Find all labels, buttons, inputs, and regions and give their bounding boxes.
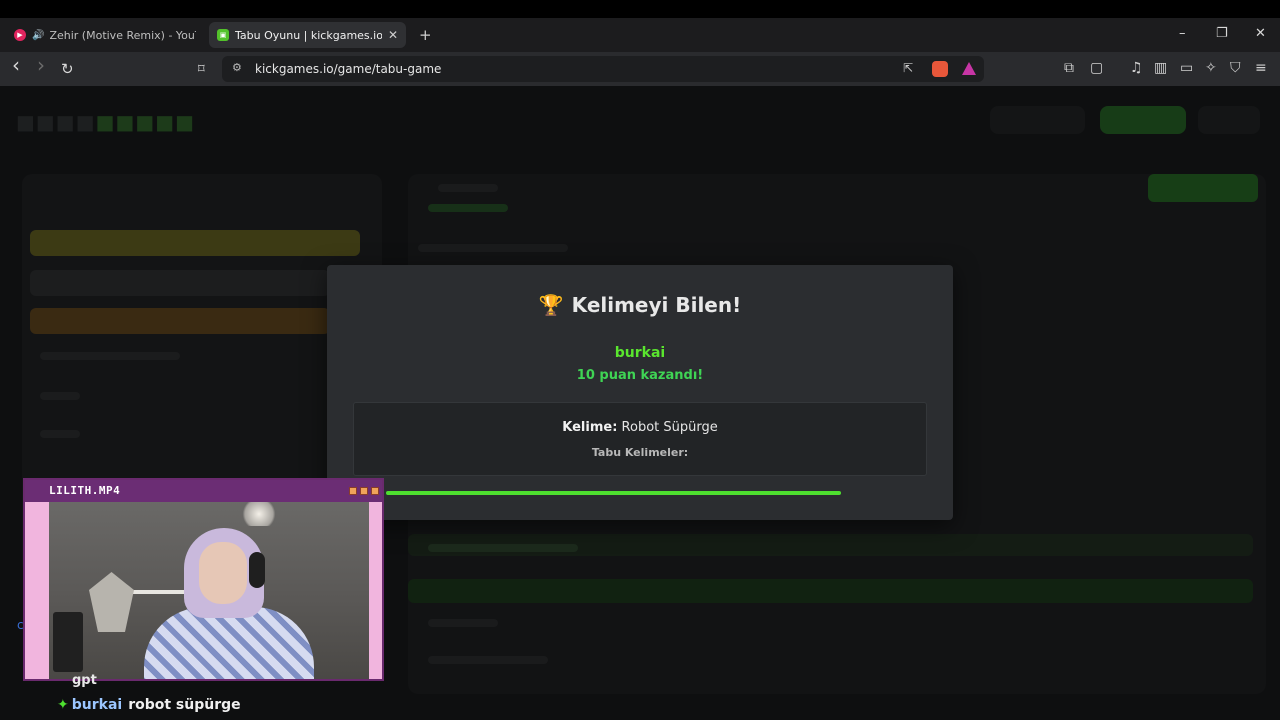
dim-row [40, 392, 80, 400]
close-window-button[interactable]: ✕ [1255, 26, 1266, 41]
webcam-overlay: LILITH.MP4 [23, 478, 384, 681]
extensions-icon[interactable]: ⧉ [1064, 60, 1074, 76]
streamer-face [199, 542, 247, 604]
new-tab-button[interactable]: + [419, 26, 432, 44]
dim-row [428, 544, 578, 552]
share-icon[interactable]: ⇱ [903, 61, 913, 75]
tab-title: Zehir (Motive Remix) - YouTube M [49, 28, 196, 42]
webcam-maximize-icon [360, 487, 368, 495]
bookmark-icon[interactable]: ⌑ [198, 61, 205, 79]
leo-ai-icon[interactable]: ✧ [1205, 60, 1217, 76]
address-bar[interactable]: ⚙ kickgames.io/game/tabu-game ⇱ [222, 56, 984, 82]
dim-row [428, 619, 498, 627]
chat-message: gpt [72, 673, 97, 688]
brave-rewards-icon[interactable] [962, 62, 976, 75]
modal-title-text: Kelimeyi Bilen! [571, 293, 742, 317]
header-button [1198, 106, 1260, 134]
sidebar-icon[interactable]: ▥ [1154, 60, 1167, 76]
webcam-title: LILITH.MP4 [49, 484, 121, 497]
tab-strip: ▶ 🔊 Zehir (Motive Remix) - YouTube M ▣ T… [0, 18, 1280, 52]
dim-row [40, 352, 180, 360]
menu-icon[interactable]: ≡ [1255, 60, 1267, 76]
reload-button[interactable]: ↻ [61, 60, 74, 78]
maximize-button[interactable]: ❐ [1216, 26, 1228, 41]
countdown-progress [386, 491, 841, 495]
winner-name: burkai [614, 345, 666, 361]
subscriber-badge-icon: ✦ [57, 697, 69, 713]
forward-button[interactable]: › [37, 55, 45, 75]
mug [53, 612, 83, 672]
minimize-button[interactable]: – [1179, 26, 1186, 41]
dim-row [438, 184, 498, 192]
wolf-statue [89, 572, 134, 632]
youtube-icon: ▶ [14, 29, 26, 41]
media-icon[interactable]: ♫ [1130, 60, 1143, 76]
header-green-button [1100, 106, 1186, 134]
speaker-icon[interactable]: 🔊 [32, 30, 44, 41]
chat-text: robot süpürge [128, 697, 241, 713]
top-strip [0, 0, 1280, 18]
dim-row [408, 579, 1253, 603]
site-logo: ■■■■■■■■■ [16, 110, 196, 134]
dim-button [1148, 174, 1258, 202]
wallet-icon[interactable]: ▭ [1180, 60, 1193, 76]
vpn-icon[interactable]: ⛉ [1230, 60, 1241, 76]
dim-row [428, 656, 548, 664]
back-button[interactable]: ‹ [12, 55, 20, 75]
brave-shields-icon[interactable] [932, 61, 948, 77]
dim-row [30, 230, 360, 256]
webcam-video [49, 502, 369, 679]
webcam-titlebar: LILITH.MP4 [25, 480, 382, 502]
word-value: Robot Süpürge [621, 420, 718, 435]
url-text[interactable]: kickgames.io/game/tabu-game [255, 62, 441, 76]
webcam-close-icon [371, 487, 379, 495]
ceiling-lamp [239, 502, 279, 526]
dim-row [40, 430, 80, 438]
taboo-words-label: Tabu Kelimeler: [591, 446, 689, 459]
countdown-progress-fill [386, 491, 841, 495]
word-label: Kelime: [562, 420, 618, 435]
site-settings-icon[interactable]: ⚙ [232, 61, 242, 74]
word-guessed-modal: 🏆 Kelimeyi Bilen! burkai 10 puan kazandı!… [327, 265, 953, 520]
chat-message: ✦ burkai robot süpürge [57, 697, 241, 713]
navigation-bar: ‹ › ↻ ⌑ ⚙ kickgames.io/game/tabu-game ⇱ … [0, 52, 1280, 86]
trophy-icon: 🏆 [538, 293, 564, 317]
tab-kickgames[interactable]: ▣ Tabu Oyunu | kickgames.io ✕ [209, 22, 406, 48]
dim-row [30, 308, 330, 334]
tab-youtube[interactable]: ▶ 🔊 Zehir (Motive Remix) - YouTube M [6, 22, 204, 48]
headset [249, 552, 265, 588]
dim-row [418, 244, 568, 252]
chat-edge-mark: c [17, 618, 24, 632]
tab-title: Tabu Oyunu | kickgames.io [235, 28, 382, 42]
dim-row [428, 204, 508, 212]
screenshot-icon[interactable]: ▢ [1090, 60, 1103, 76]
word-info-box: Kelime: Robot Süpürge Tabu Kelimeler: [353, 402, 927, 476]
screen: ▶ 🔊 Zehir (Motive Remix) - YouTube M ▣ T… [0, 0, 1280, 720]
word-line: Kelime: Robot Süpürge [354, 420, 926, 435]
chat-text: gpt [72, 673, 97, 688]
close-tab-icon[interactable]: ✕ [388, 28, 398, 42]
webcam-minimize-icon [349, 487, 357, 495]
header-button [990, 106, 1085, 134]
points-earned: 10 puan kazandı! [576, 368, 704, 383]
modal-title: 🏆 Kelimeyi Bilen! [327, 293, 953, 317]
kickgames-icon: ▣ [217, 29, 229, 41]
chat-username: burkai [71, 697, 123, 713]
dim-row [30, 270, 330, 296]
